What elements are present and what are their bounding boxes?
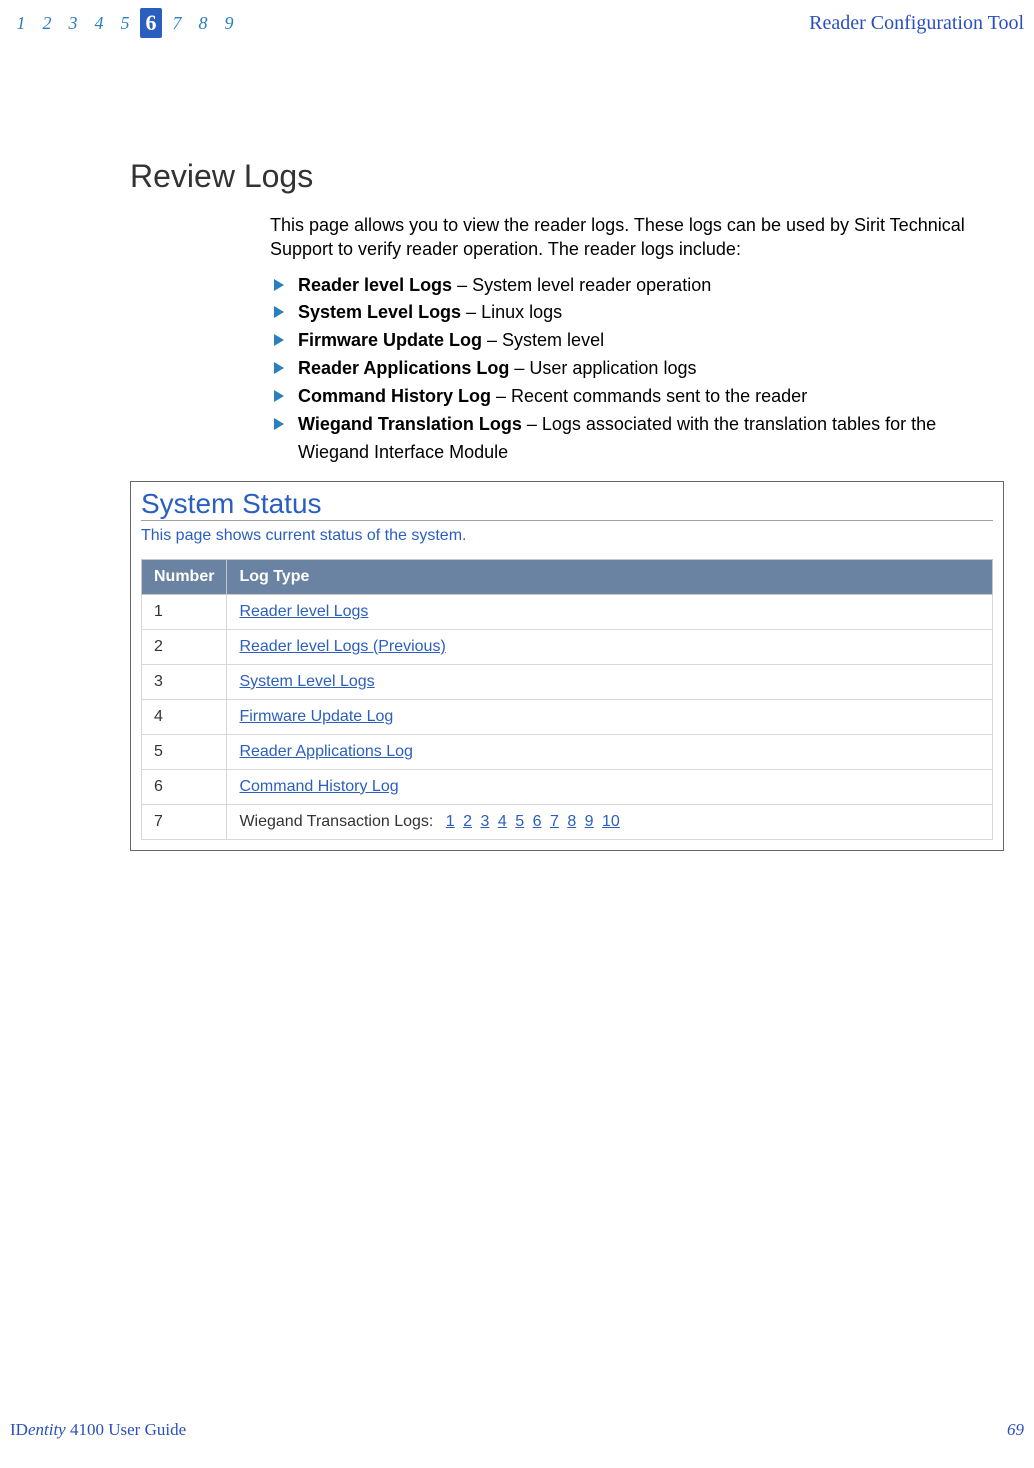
chapter-nav: 123456789 xyxy=(10,8,240,38)
logs-tbody: 1 Reader level Logs 2 Reader level Logs (Pr… xyxy=(142,594,993,839)
table-row: 5 Reader Applications Log xyxy=(142,734,993,769)
footer-left-italic: entity xyxy=(28,1420,66,1439)
logs-table: Number Log Type 1 Reader level Logs 2 Reade… xyxy=(141,559,993,840)
log-link[interactable]: Reader level Logs xyxy=(239,603,368,620)
wiegand-links: 1 2 3 4 5 6 7 8 9 10 xyxy=(444,813,622,830)
bullet-bold: Command History Log xyxy=(298,386,491,406)
log-link[interactable]: Firmware Update Log xyxy=(239,708,393,725)
wiegand-link-4[interactable]: 4 xyxy=(498,813,507,830)
chapter-nav-item-8[interactable]: 8 xyxy=(192,13,214,34)
bullet-item: Command History Log – Recent commands se… xyxy=(270,383,1004,411)
table-row: 3 System Level Logs xyxy=(142,664,993,699)
footer: IDentity 4100 User Guide 69 xyxy=(10,1420,1024,1440)
bullet-item: Reader level Logs – System level reader … xyxy=(270,272,1004,300)
cell-logtype: Command History Log xyxy=(227,769,993,804)
table-row: 2 Reader level Logs (Previous) xyxy=(142,629,993,664)
top-bar: 123456789 Reader Configuration Tool xyxy=(10,8,1024,38)
cell-number: 7 xyxy=(142,804,227,839)
chapter-nav-item-7[interactable]: 7 xyxy=(166,13,188,34)
table-row: 4 Firmware Update Log xyxy=(142,699,993,734)
bullet-item: System Level Logs – Linux logs xyxy=(270,299,1004,327)
cell-number: 4 xyxy=(142,699,227,734)
bullet-rest: – System level xyxy=(482,330,604,350)
bullet-bold: Firmware Update Log xyxy=(298,330,482,350)
wiegand-link-8[interactable]: 8 xyxy=(567,813,576,830)
cell-number: 1 xyxy=(142,594,227,629)
cell-number: 5 xyxy=(142,734,227,769)
cell-logtype: System Level Logs xyxy=(227,664,993,699)
cell-logtype: Reader Applications Log xyxy=(227,734,993,769)
footer-left-prefix: ID xyxy=(10,1420,28,1439)
wiegand-link-3[interactable]: 3 xyxy=(481,813,490,830)
wiegand-link-10[interactable]: 10 xyxy=(602,813,620,830)
table-row: 6 Command History Log xyxy=(142,769,993,804)
wiegand-link-1[interactable]: 1 xyxy=(446,813,455,830)
cell-logtype: Reader level Logs xyxy=(227,594,993,629)
bullet-bold: Wiegand Translation Logs xyxy=(298,414,522,434)
log-link[interactable]: System Level Logs xyxy=(239,673,374,690)
col-logtype: Log Type xyxy=(227,559,993,594)
bullet-bold: Reader level Logs xyxy=(298,275,452,295)
main-content: Review Logs This page allows you to view… xyxy=(10,38,1024,851)
chapter-nav-item-5[interactable]: 5 xyxy=(114,13,136,34)
wiegand-link-5[interactable]: 5 xyxy=(515,813,524,830)
wiegand-link-9[interactable]: 9 xyxy=(585,813,594,830)
bullet-bold: System Level Logs xyxy=(298,302,461,322)
wiegand-link-7[interactable]: 7 xyxy=(550,813,559,830)
header-title: Reader Configuration Tool xyxy=(809,12,1024,35)
cell-number: 3 xyxy=(142,664,227,699)
bullet-rest: – User application logs xyxy=(509,358,696,378)
bullet-rest: – Recent commands sent to the reader xyxy=(491,386,807,406)
log-link[interactable]: Command History Log xyxy=(239,778,398,795)
bullet-list: Reader level Logs – System level reader … xyxy=(270,272,1004,467)
bullet-item: Reader Applications Log – User applicati… xyxy=(270,355,1004,383)
section-title: Review Logs xyxy=(130,158,1004,195)
screenshot-title: System Status xyxy=(141,488,993,521)
table-row: 1 Reader level Logs xyxy=(142,594,993,629)
log-link[interactable]: Reader Applications Log xyxy=(239,743,412,760)
cell-logtype: Firmware Update Log xyxy=(227,699,993,734)
chapter-nav-item-9[interactable]: 9 xyxy=(218,13,240,34)
wiegand-link-2[interactable]: 2 xyxy=(463,813,472,830)
col-number: Number xyxy=(142,559,227,594)
footer-left-suffix: 4100 User Guide xyxy=(66,1420,186,1439)
bullet-bold: Reader Applications Log xyxy=(298,358,509,378)
cell-number: 2 xyxy=(142,629,227,664)
cell-logtype: Wiegand Transaction Logs: 1 2 3 4 5 6 7 … xyxy=(227,804,993,839)
footer-left: IDentity 4100 User Guide xyxy=(10,1420,186,1440)
bullet-rest: – System level reader operation xyxy=(452,275,711,295)
chapter-nav-item-2[interactable]: 2 xyxy=(36,13,58,34)
screenshot-box: System Status This page shows current st… xyxy=(130,481,1004,851)
wiegand-label: Wiegand Transaction Logs: xyxy=(239,813,437,830)
footer-page: 69 xyxy=(1007,1420,1024,1440)
section-intro: This page allows you to view the reader … xyxy=(270,213,1004,262)
bullet-item: Wiegand Translation Logs – Logs associat… xyxy=(270,411,1004,467)
log-link[interactable]: Reader level Logs (Previous) xyxy=(239,638,445,655)
screenshot-desc: This page shows current status of the sy… xyxy=(141,527,993,545)
chapter-nav-item-6[interactable]: 6 xyxy=(140,8,162,38)
cell-number: 6 xyxy=(142,769,227,804)
bullet-rest: – Linux logs xyxy=(461,302,562,322)
chapter-nav-item-4[interactable]: 4 xyxy=(88,13,110,34)
bullet-item: Firmware Update Log – System level xyxy=(270,327,1004,355)
chapter-nav-item-1[interactable]: 1 xyxy=(10,13,32,34)
cell-logtype: Reader level Logs (Previous) xyxy=(227,629,993,664)
wiegand-link-6[interactable]: 6 xyxy=(533,813,542,830)
chapter-nav-item-3[interactable]: 3 xyxy=(62,13,84,34)
table-row: 7Wiegand Transaction Logs: 1 2 3 4 5 6 7… xyxy=(142,804,993,839)
